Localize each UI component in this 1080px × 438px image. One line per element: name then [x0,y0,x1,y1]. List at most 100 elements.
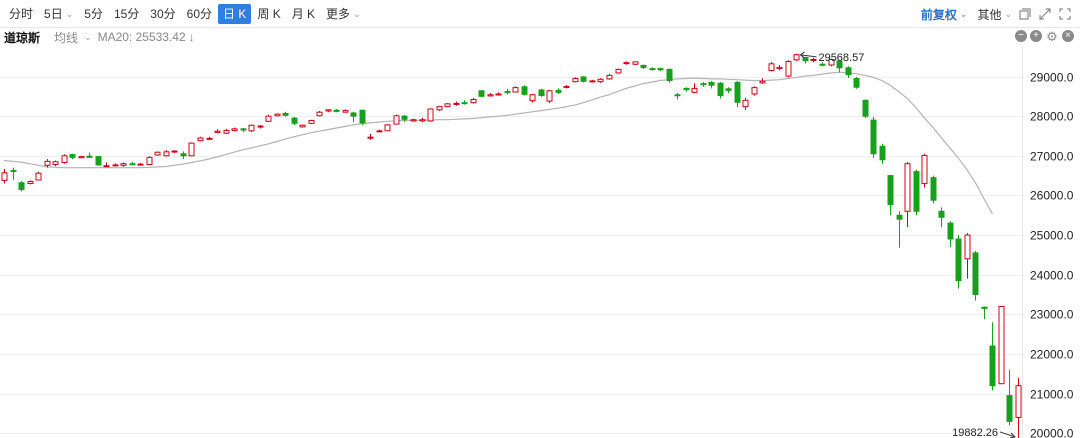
y-tick-label: 28000.0 [1030,110,1074,124]
plus-circle-icon[interactable]: + [1030,30,1042,42]
restore-window-icon[interactable] [1018,7,1032,21]
candle [248,124,255,133]
candle [103,162,110,168]
candle [95,156,102,166]
candle [810,57,817,63]
fullscreen-icon[interactable] [1058,7,1072,21]
ma-label: 均线 [54,30,79,45]
candle [231,127,238,132]
candle [717,82,724,99]
candle [870,116,877,158]
candle [223,128,230,134]
candle [845,66,852,79]
tab-0[interactable]: 分时 [4,4,38,24]
tab-2[interactable]: 5分 [79,4,108,24]
candle [606,73,613,80]
candle [206,136,213,140]
candle [862,99,869,119]
candle [470,97,477,104]
panel-controls: − + ⚙ × [1012,30,1074,44]
candle [453,101,460,106]
candle [163,150,170,157]
tab-label: 60分 [186,6,213,21]
chevron-down-icon: ⌄ [65,8,74,19]
tab-label: 更多 [326,6,351,21]
candle [333,109,340,113]
candle [10,167,17,180]
candle [793,53,800,62]
candle [384,124,391,132]
y-tick-label: 29000.0 [1030,71,1074,85]
tab-5[interactable]: 60分 [182,4,217,24]
candle [904,162,911,228]
candle [120,162,127,167]
tab-3[interactable]: 15分 [109,4,144,24]
chevron-down-icon: ⌄ [959,8,968,19]
candle [376,129,383,133]
candle [188,142,195,157]
candle [947,221,954,247]
candlestick-chart[interactable]: 29000.0 28000.0 27000.0 26000.0 25000.0 24000… [0,46,1080,438]
candle [674,92,681,100]
candle [410,118,417,122]
y-tick-label: 27000.0 [1030,150,1074,164]
candle [325,109,332,113]
tab-label: 5分 [84,6,103,21]
candle [436,105,443,112]
tab-label: 30分 [150,6,176,21]
candle [282,111,289,117]
tab-6[interactable]: 日 K [218,3,252,24]
expand-arrow-icon[interactable] [1038,7,1052,21]
tab-label: 分时 [9,6,34,21]
tab-label: 日 K [223,6,247,21]
candle [274,113,281,117]
gear-icon[interactable]: ⚙ [1045,30,1059,44]
close-circle-icon[interactable]: × [1062,30,1074,42]
candle [521,85,528,96]
candle [35,171,42,181]
candle [129,161,136,166]
candle [427,108,434,122]
candle [27,180,34,185]
candle [921,153,928,188]
candle [632,61,639,66]
tab-4[interactable]: 30分 [145,4,180,24]
candle [887,174,894,216]
candle [137,162,144,166]
candle [785,60,792,78]
candle [640,64,647,69]
candle [257,124,264,129]
candle [197,136,204,142]
candle [291,116,298,126]
symbol-name: 道琼斯 [4,30,41,45]
candle [768,61,775,72]
candle [879,143,886,164]
tab-label: 月 K [291,6,316,21]
ma20-value: MA20: 25533.42 [97,30,186,44]
candle [180,151,187,159]
tab-8[interactable]: 月 K [287,4,320,24]
other-dropdown[interactable]: 其他 ⌄ [977,6,1012,23]
candle [1015,377,1022,438]
tab-1[interactable]: 5日 ⌄ [39,4,78,24]
candle [972,250,979,301]
candle [78,155,85,159]
low-label: 19882.26 [952,427,998,438]
candle [154,151,161,156]
candle [725,87,732,94]
candle [683,87,690,92]
candle [478,90,485,98]
candle [657,67,664,71]
candle [853,76,860,89]
chevron-down-icon: ⌄ [1004,8,1012,19]
minus-circle-icon[interactable]: − [1015,30,1027,42]
tab-7[interactable]: 周 K [252,4,285,24]
ma-selector[interactable]: 均线 ⌄ MA20: 25533.42 ↓ [54,29,198,46]
candle [1,168,8,184]
candle [751,86,758,96]
candle [146,156,153,166]
candle [597,78,604,83]
tab-9[interactable]: 更多 ⌄ [321,4,366,24]
tab-label: 15分 [113,6,140,21]
adjust-dropdown[interactable]: 前复权 ⌄ [921,6,968,23]
